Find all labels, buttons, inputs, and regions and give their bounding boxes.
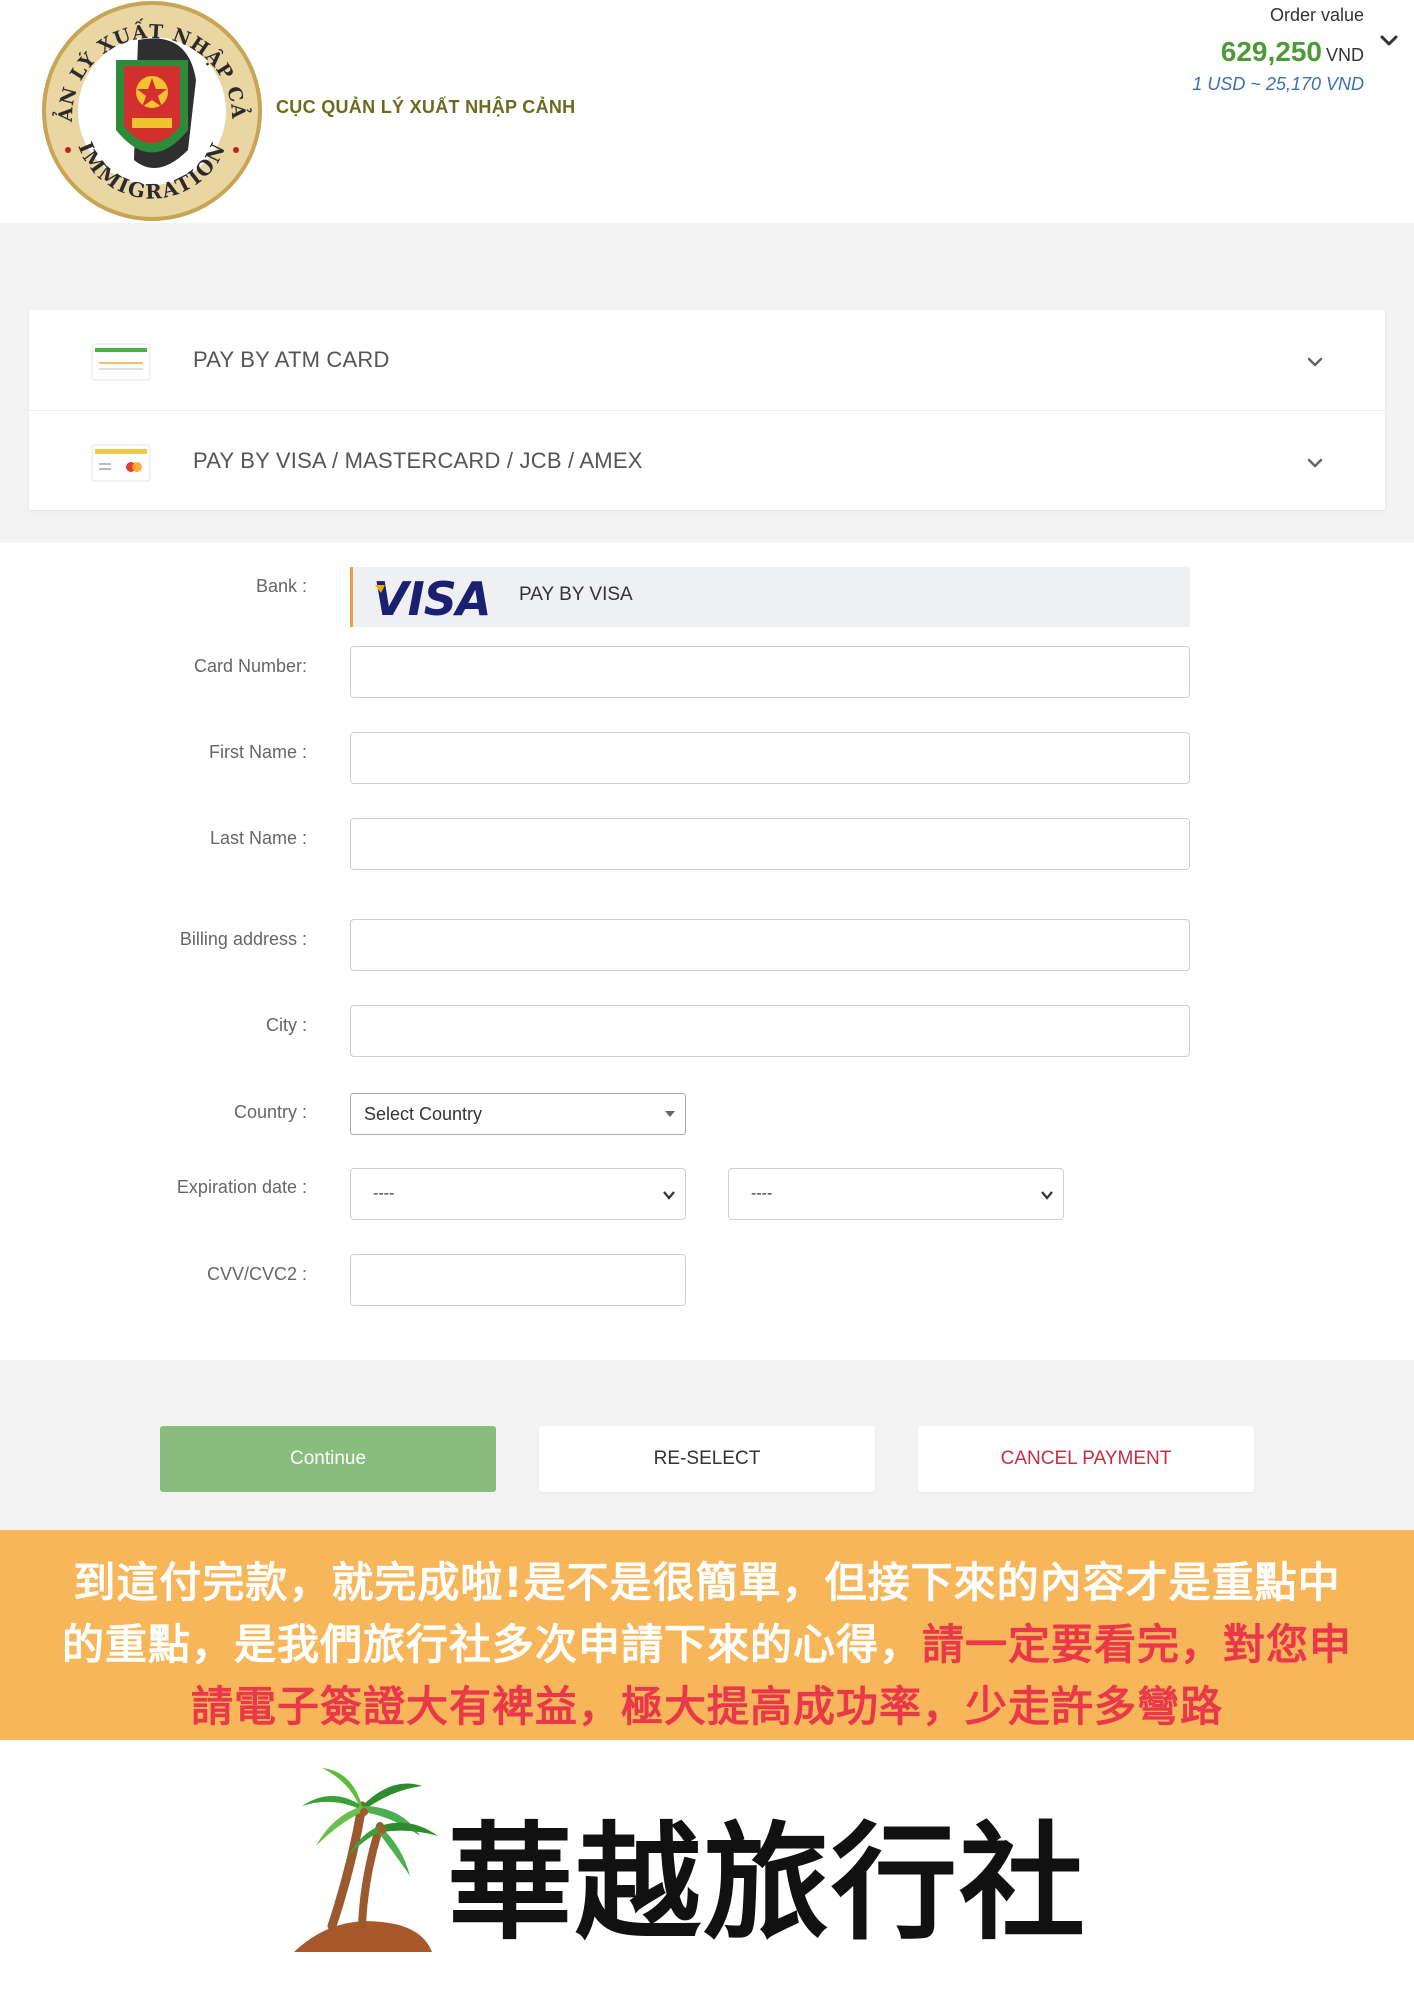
expiration-label: Expiration date : (176, 1177, 307, 1197)
order-currency: VND (1325, 45, 1364, 65)
payment-methods-section: PAY BY ATM CARD PAY BY VISA / MASTERCARD… (0, 223, 1414, 543)
order-summary: Order value 629,250 VND 1 USD ~ 25,170 VN… (1192, 5, 1364, 95)
payment-method-card[interactable]: PAY BY VISA / MASTERCARD / JCB / AMEX (29, 410, 1385, 510)
dropdown-arrow-icon (665, 1111, 675, 1117)
chevron-down-icon[interactable] (1378, 30, 1400, 52)
cancel-payment-button[interactable]: CANCEL PAYMENT (918, 1426, 1254, 1492)
city-input[interactable] (350, 1005, 1190, 1057)
billing-address-label: Billing address : (179, 929, 307, 949)
agency-name: CỤC QUẢN LÝ XUẤT NHẬP CẢNH (276, 97, 576, 117)
continue-button[interactable]: Continue (160, 1426, 496, 1492)
banner-line-2-text: 的重點，是我們旅行社多次申請下來的心得， (61, 1620, 922, 1669)
payment-methods-list: PAY BY ATM CARD PAY BY VISA / MASTERCARD… (29, 310, 1385, 510)
banner-line-3: 請電子簽證大有裨益，極大提高成功率，少走許多彎路 (190, 1682, 1223, 1731)
last-name-input[interactable] (350, 818, 1190, 870)
chevron-down-icon (663, 1191, 675, 1200)
order-value-amount: 629,250 (1220, 36, 1322, 67)
agency-brand-name: 華越旅行社 (447, 1809, 1087, 1957)
action-buttons: Continue RE-SELECT CANCEL PAYMENT (0, 1360, 1414, 1530)
country-label: Country : (233, 1102, 307, 1122)
payment-method-atm[interactable]: PAY BY ATM CARD (29, 310, 1385, 410)
atm-card-icon (91, 343, 151, 381)
first-name-input[interactable] (350, 732, 1190, 784)
header: QUẢN LÝ XUẤT NHẬP CẢNH IMMIGRATION CỤC Q… (0, 0, 1414, 223)
chevron-down-icon[interactable] (1305, 453, 1325, 473)
last-name-label: Last Name : (209, 828, 307, 848)
bank-label: Bank : (255, 576, 307, 596)
palm-tree-logo (294, 1768, 438, 1952)
country-select-value: Select Country (364, 1104, 483, 1124)
city-label: City : (265, 1015, 307, 1035)
card-number-input[interactable] (350, 646, 1190, 698)
exchange-rate: 1 USD ~ 25,170 VND (1192, 74, 1364, 94)
banner-line-2: 的重點，是我們旅行社多次申請下來的心得，請一定要看完，對您申 (0, 1614, 1414, 1676)
svg-text:VISA: VISA (373, 575, 490, 619)
banner-line-1: 到這付完款，就完成啦!是不是很簡單，但接下來的內容才是重點中 (73, 1558, 1341, 1607)
cvv-label: CVV/CVC2 : (206, 1264, 307, 1284)
selected-bank: VISA PAY BY VISA (350, 567, 1190, 627)
chevron-down-icon[interactable] (1305, 352, 1325, 372)
visa-logo: VISA (373, 575, 491, 619)
cvv-input[interactable] (350, 1254, 686, 1306)
exp-month-value: ---- (373, 1185, 395, 1202)
reselect-button[interactable]: RE-SELECT (539, 1426, 875, 1492)
country-select[interactable]: Select Country (350, 1093, 686, 1135)
exp-year-value: ---- (751, 1185, 773, 1202)
card-number-label: Card Number: (193, 656, 307, 676)
exp-year-select[interactable]: ---- (728, 1168, 1064, 1220)
exp-month-select[interactable]: ---- (350, 1168, 686, 1220)
credit-card-icon (91, 444, 151, 482)
order-value-label: Order value (1269, 5, 1364, 25)
card-payment-form: Bank : VISA PAY BY VISA Card Number: Fir… (0, 543, 1414, 1360)
payment-method-label: PAY BY ATM CARD (193, 347, 390, 372)
chevron-down-icon (1041, 1191, 1053, 1200)
bank-name: PAY BY VISA (519, 584, 633, 605)
billing-address-input[interactable] (350, 919, 1190, 971)
first-name-label: First Name : (208, 742, 307, 762)
agency-brand: 華越旅行社 (0, 1740, 1414, 2000)
payment-method-label: PAY BY VISA / MASTERCARD / JCB / AMEX (193, 448, 643, 473)
banner-line-2-highlight: 請一定要看完，對您申 (922, 1620, 1353, 1669)
promo-banner: 到這付完款，就完成啦!是不是很簡單，但接下來的內容才是重點中 的重點，是我們旅行… (0, 1530, 1414, 1740)
immigration-logo: QUẢN LÝ XUẤT NHẬP CẢNH IMMIGRATION (38, 0, 262, 221)
